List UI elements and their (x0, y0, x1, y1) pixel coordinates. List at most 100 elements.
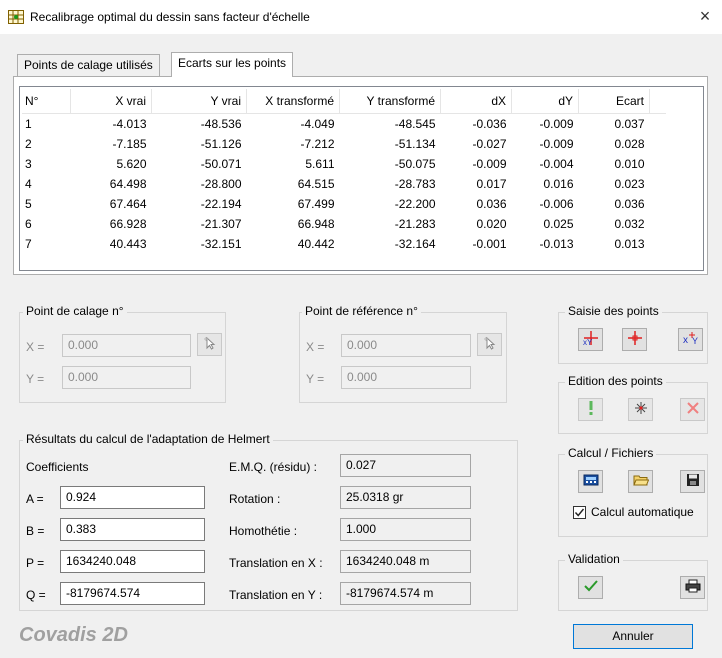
rotation-label: Rotation : (229, 492, 281, 506)
row-filler (650, 154, 667, 174)
table-cell: 0.013 (614, 237, 645, 251)
calcul-automatique-checkbox[interactable] (573, 506, 586, 519)
row-filler (650, 114, 667, 135)
table-cell: 40.443 (109, 237, 147, 251)
column-header[interactable]: X transformé (246, 89, 340, 114)
coef-q-field[interactable]: -8179674.574 (60, 582, 205, 605)
open-folder-icon (632, 473, 649, 490)
cancel-button[interactable]: Annuler (573, 624, 693, 649)
table-cell: 5.611 (305, 157, 335, 171)
row-filler (650, 134, 667, 154)
table-row[interactable]: 5 67.464 -22.194 67.499 -22.200 0.036 -0.006 0.… (22, 194, 666, 214)
covadis-brand: Covadis 2D (19, 624, 128, 646)
grid-calibration-icon (8, 10, 24, 24)
emq-label: E.M.Q. (résidu) : (229, 460, 318, 474)
save-disk-button[interactable] (680, 470, 705, 493)
reference-y-field[interactable]: 0.000 (341, 366, 471, 389)
row-number-cell: 6 (25, 217, 32, 231)
open-folder-button[interactable] (628, 470, 653, 493)
table-row[interactable]: 6 66.928 -21.307 66.948 -21.283 0.020 0.025 0.0… (22, 214, 666, 234)
rotation-value: 25.0318 gr (340, 486, 471, 509)
coef-b-field[interactable]: 0.383 (60, 518, 205, 541)
tab-points-de-calage[interactable]: Points de calage utilisés (17, 54, 160, 76)
coef-q-label: Q = (26, 588, 46, 602)
calage-x-label: X = (26, 340, 45, 354)
save-disk-icon (686, 473, 700, 490)
pick-xy-point-icon: xY (582, 330, 600, 349)
coef-p-field[interactable]: 1634240.048 (60, 550, 205, 573)
row-number-cell: 1 (25, 117, 32, 131)
reference-pick-button[interactable] (477, 333, 502, 356)
enter-xy-button[interactable]: xY (678, 328, 703, 351)
table-body: 1 -4.013 -48.536 -4.049 -48.545 -0.036 -0.009 0… (22, 114, 666, 255)
table-row[interactable]: 3 5.620 -50.071 5.611 -50.075 -0.009 -0.004 0.0… (22, 154, 666, 174)
print-button[interactable] (680, 576, 705, 599)
column-header[interactable]: X vrai (70, 89, 152, 114)
coef-a-field[interactable]: 0.924 (60, 486, 205, 509)
table-cell: -0.036 (472, 117, 507, 131)
table-cell: -28.783 (394, 177, 436, 191)
table-cell: 64.498 (109, 177, 147, 191)
edition-des-points-title: Edition des points (565, 374, 666, 388)
point-de-reference-group (299, 312, 507, 403)
table-cell: 0.020 (476, 217, 507, 231)
ecarts-table[interactable]: N° X vrai Y vrai X transformé Y transfor… (19, 86, 704, 271)
calcul-automatique-label[interactable]: Calcul automatique (591, 505, 694, 519)
star-point-button[interactable] (628, 398, 653, 421)
table-cell: 66.928 (109, 217, 147, 231)
cursor-pick-icon (483, 336, 497, 353)
table-cell: -28.800 (200, 177, 242, 191)
exclamation-button[interactable] (578, 398, 603, 421)
translation-x-value: 1634240.048 m (340, 550, 471, 573)
tab-ecarts-sur-les-points[interactable]: Ecarts sur les points (171, 52, 294, 77)
column-header[interactable]: dX (440, 89, 512, 114)
table-row[interactable]: 2 -7.185 -51.126 -7.212 -51.134 -0.027 -0.009 0… (22, 134, 666, 154)
printer-icon (685, 579, 701, 596)
validate-button[interactable] (578, 576, 603, 599)
column-header[interactable]: Ecart (578, 89, 650, 114)
table-cell: -0.027 (472, 137, 507, 151)
pick-xy-point-button[interactable]: xY (578, 328, 603, 351)
table-cell: -0.009 (539, 117, 574, 131)
table-cell: -0.001 (472, 237, 507, 251)
helmert-results-title: Résultats du calcul de l'adaptation de H… (23, 432, 273, 446)
crosshair-point-icon (627, 330, 643, 349)
calage-x-field[interactable]: 0.000 (62, 334, 191, 357)
calculator-icon (583, 473, 599, 490)
calage-y-field[interactable]: 0.000 (62, 366, 191, 389)
table-cell: -22.200 (394, 197, 436, 211)
calage-pick-button[interactable] (197, 333, 222, 356)
table-cell: 5.620 (116, 157, 147, 171)
column-header[interactable]: N° (22, 89, 71, 114)
row-number-cell: 4 (25, 177, 32, 191)
table-cell: -21.307 (200, 217, 242, 231)
table-cell: -0.006 (539, 197, 574, 211)
saisie-des-points-title: Saisie des points (565, 304, 662, 318)
calculator-button[interactable] (578, 470, 603, 493)
ecarts-grid: N° X vrai Y vrai X transformé Y transfor… (22, 89, 666, 254)
column-header[interactable]: Y vrai (151, 89, 247, 114)
crosshair-point-button[interactable] (622, 328, 647, 351)
table-cell: -50.071 (200, 157, 242, 171)
table-row[interactable]: 7 40.443 -32.151 40.442 -32.164 -0.001 -0.013 0… (22, 234, 666, 254)
column-header[interactable]: Y transformé (339, 89, 441, 114)
table-row[interactable]: 4 64.498 -28.800 64.515 -28.783 0.017 0.016 0.0… (22, 174, 666, 194)
reference-x-field[interactable]: 0.000 (341, 334, 471, 357)
calage-y-label: Y = (26, 372, 45, 386)
close-button[interactable]: × (695, 6, 715, 26)
table-cell: -0.004 (539, 157, 574, 171)
exclamation-icon (586, 400, 596, 419)
table-row[interactable]: 1 -4.013 -48.536 -4.049 -48.545 -0.036 -0.009 0… (22, 114, 666, 135)
table-cell: 0.010 (614, 157, 645, 171)
column-header[interactable]: dY (511, 89, 579, 114)
checkmark-icon (583, 579, 599, 596)
table-cell: -50.075 (394, 157, 436, 171)
column-header-filler (649, 89, 666, 114)
point-de-calage-group (19, 312, 226, 403)
table-cell: -48.536 (200, 117, 242, 131)
reference-x-label: X = (306, 340, 325, 354)
delete-point-button[interactable] (680, 398, 705, 421)
validation-title: Validation (565, 552, 623, 566)
enter-xy-icon: xY (682, 330, 700, 349)
table-cell: -21.283 (394, 217, 436, 231)
